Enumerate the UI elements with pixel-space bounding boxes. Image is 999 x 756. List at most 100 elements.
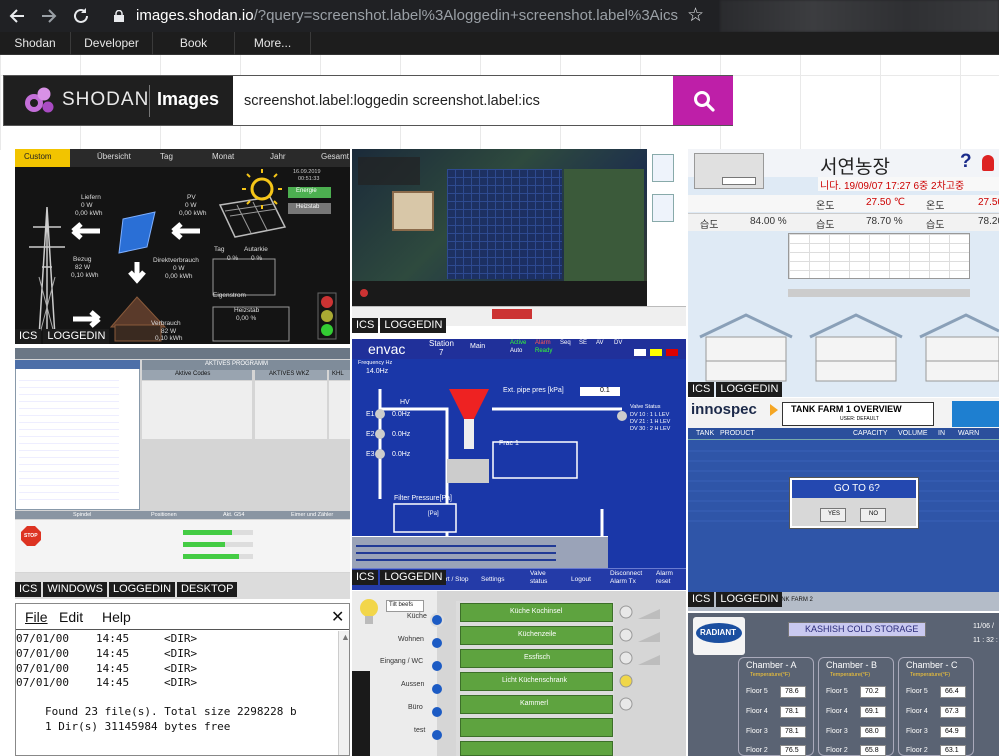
light-pantry[interactable]: Kammerl xyxy=(520,700,548,707)
energy-button: Energie xyxy=(296,188,317,194)
nav-item-shodan[interactable]: Shodan xyxy=(0,32,71,55)
result-thumbnail[interactable]: innospec TANK FARM 1 OVERVIEW USER: DEFA… xyxy=(688,398,999,611)
tag[interactable]: WINDOWS xyxy=(43,582,107,597)
tag[interactable]: LOGGEDIN xyxy=(716,592,783,607)
tag[interactable]: DESKTOP xyxy=(177,582,238,597)
light-kitchen-island[interactable]: Küche Kochinsel xyxy=(510,608,562,615)
alarm-reset-button[interactable]: Alarm reset xyxy=(656,570,682,586)
tag[interactable]: LOGGEDIN xyxy=(380,570,447,585)
help-menu[interactable]: Help xyxy=(102,609,131,625)
dir-summary: 1 Dir(s) 31145984 bytes free xyxy=(45,719,231,733)
grid-power: 82 W xyxy=(75,264,91,271)
search-input[interactable] xyxy=(236,76,673,125)
scroll-up-icon[interactable]: ▲ xyxy=(341,632,349,642)
star-icon[interactable]: ☆ xyxy=(687,4,704,27)
result-thumbnail[interactable]: RADIANT KASHISH COLD STORAGE 11/06 / 11 … xyxy=(688,613,999,756)
active-codes-title: Aktive Codes xyxy=(175,371,211,377)
tag[interactable]: ICS xyxy=(352,318,379,333)
tag[interactable]: LOGGEDIN xyxy=(43,329,110,344)
address-bar[interactable]: images.shodan.io/?query=screenshot.label… xyxy=(136,4,742,28)
nav-item-developer[interactable]: Developer xyxy=(71,32,153,55)
result-thumbnail[interactable]: File Edit Help ✕ ▲ 07/01/00 14:45 <DIR> 07… xyxy=(15,603,350,756)
humidity-label: 습도 xyxy=(700,220,719,231)
day-label: Tag xyxy=(214,246,225,253)
search-button[interactable] xyxy=(673,76,733,125)
no-button[interactable]: NO xyxy=(869,511,878,517)
light-kitchen-cabinet[interactable]: Licht Küchenschrank xyxy=(502,677,567,684)
supply-label: Liefern xyxy=(81,194,101,201)
forward-icon[interactable] xyxy=(38,5,60,27)
tag[interactable]: ICS xyxy=(352,570,379,585)
light-kitchen-row[interactable]: Küchenzeile xyxy=(518,631,556,638)
edit-menu[interactable]: Edit xyxy=(59,609,83,625)
reload-icon[interactable] xyxy=(70,5,92,27)
chamber-c-title: Chamber - C xyxy=(906,660,958,670)
khl-title: KHL xyxy=(332,371,344,377)
tag[interactable]: ICS xyxy=(15,582,42,597)
room-entrance[interactable]: Eingang / WC xyxy=(380,658,423,665)
floor-temp: 64.9 xyxy=(945,728,959,735)
tag[interactable]: ICS xyxy=(15,329,42,344)
room-office[interactable]: Büro xyxy=(408,704,423,711)
room-living[interactable]: Wohnen xyxy=(398,636,424,643)
back-icon[interactable] xyxy=(6,5,28,27)
result-thumbnail[interactable]: AKTIVES PROGRAMM Aktive Codes AKTIVES WK… xyxy=(15,348,350,599)
auto-status: Auto xyxy=(510,348,523,354)
e3-value: 0.0Hz xyxy=(392,451,411,458)
floor-temp: 76.5 xyxy=(785,747,799,754)
yes-button[interactable]: YES xyxy=(828,511,840,517)
shodan-logo[interactable]: SHODAN Images xyxy=(4,76,233,125)
dir-date: 07/01/00 xyxy=(16,676,69,690)
room-outside[interactable]: Aussen xyxy=(401,681,424,688)
dir-time: 14:45 xyxy=(96,676,130,690)
valve-status-label: Valve Status xyxy=(630,404,661,410)
search-bar: SHODAN Images xyxy=(3,75,733,126)
dir-date: 07/01/00 xyxy=(16,632,69,645)
close-icon[interactable]: ✕ xyxy=(331,607,344,627)
lock-icon[interactable] xyxy=(114,9,124,22)
file-menu[interactable]: File xyxy=(25,609,48,625)
col-capacity: CAPACITY xyxy=(853,430,888,437)
tag-list: ICS LOGGEDIN xyxy=(688,382,784,397)
help-icon: ? xyxy=(960,151,972,172)
result-thumbnail[interactable]: envac Station 7 Main Active Auto Alarm R… xyxy=(352,339,686,590)
room-kitchen[interactable]: Küche xyxy=(407,613,427,620)
light-dining[interactable]: Essfisch xyxy=(524,654,550,661)
consumption-label: Verbrauch xyxy=(151,320,181,327)
result-thumbnail[interactable]: 서연농장 ? 니다. 19/09/07 17:27 6중 2차고중 습도 84.… xyxy=(688,149,999,397)
tag[interactable]: LOGGEDIN xyxy=(716,382,783,397)
tag-list: ICS LOGGEDIN xyxy=(352,318,448,333)
dv-label: DV xyxy=(614,340,623,346)
result-thumbnail[interactable]: Tilt beefs Küche Wohnen Eingang / WC Aus… xyxy=(352,591,686,756)
file-summary: Found 23 file(s). Total size 2298228 b xyxy=(45,705,297,719)
direct-use-energy: 0,00 kWh xyxy=(165,273,193,280)
result-thumbnail[interactable]: ICS LOGGEDIN xyxy=(352,149,686,339)
col-tank: TANK xyxy=(696,430,715,437)
spindle-title: Spindel xyxy=(73,512,92,518)
floor-label: Floor 3 xyxy=(906,728,928,735)
result-thumbnail[interactable]: Custom Übersicht Tag Monat Jahr Gesamt 1… xyxy=(15,149,350,344)
blurred-extensions xyxy=(720,0,999,32)
nav-item-book[interactable]: Book xyxy=(153,32,235,55)
tilt-label: Tilt beefs xyxy=(389,602,414,608)
tab-day: Tag xyxy=(160,152,173,161)
logout-button[interactable]: Logout xyxy=(571,576,591,583)
room-test[interactable]: test xyxy=(414,727,425,734)
chamber-b-title: Chamber - B xyxy=(826,660,878,670)
col-warn: WARN xyxy=(958,430,980,437)
tag-list: ICS LOGGEDIN xyxy=(688,592,784,607)
tag[interactable]: LOGGEDIN xyxy=(108,582,176,597)
fraction-label: Frac 1 xyxy=(499,440,519,447)
dir-tag: <DIR> xyxy=(164,676,198,690)
e2-value: 0.0Hz xyxy=(392,431,411,438)
nav-item-more[interactable]: More... xyxy=(235,32,311,55)
grid-energy: 0,10 kWh xyxy=(71,272,99,279)
consumption-energy: 0,10 kWh xyxy=(155,335,183,342)
tag[interactable]: LOGGEDIN xyxy=(380,318,447,333)
search-icon xyxy=(694,91,715,112)
settings-button[interactable]: Settings xyxy=(481,576,505,583)
tag[interactable]: ICS xyxy=(688,382,715,397)
valve-status-button[interactable]: Valve status xyxy=(530,570,554,586)
tag[interactable]: ICS xyxy=(688,592,715,607)
disconnect-button[interactable]: Disconnect Alarm Tx xyxy=(610,570,650,586)
